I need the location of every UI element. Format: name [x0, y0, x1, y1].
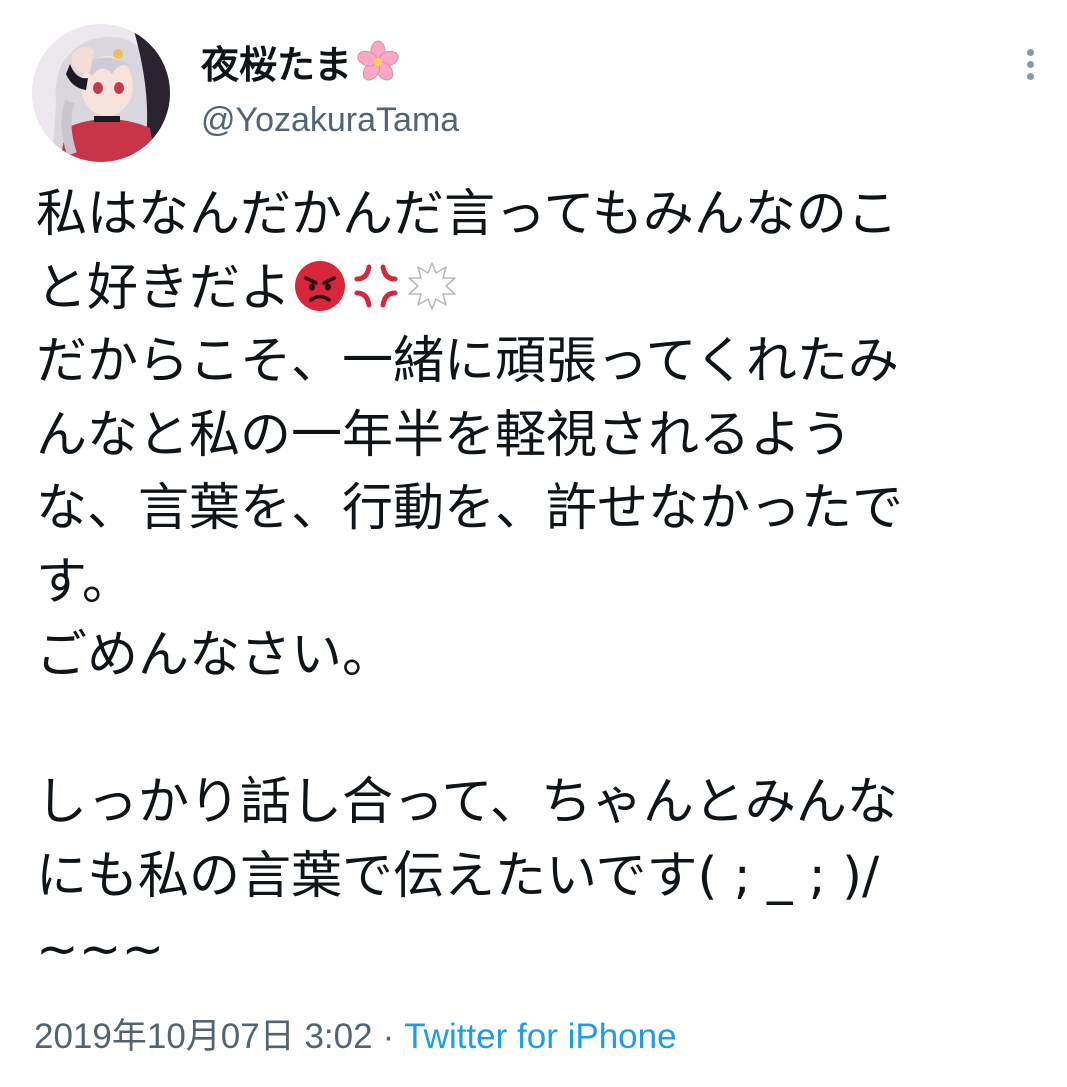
tweet-line: す。 [36, 552, 133, 612]
pouting-face-emoji [295, 260, 346, 311]
tweet-line: んなと私の一年半を軽視されるよう [36, 405, 853, 465]
more-dot [1026, 48, 1034, 56]
avatar[interactable] [32, 24, 170, 162]
author-display-name[interactable]: 夜桜たま [201, 40, 400, 87]
tweet-timestamp[interactable]: 2019年10月07日 3:02 [34, 1017, 373, 1056]
tweet-line: ~~~ [36, 920, 165, 979]
meta-separator: · [382, 1017, 395, 1056]
more-dot [1026, 72, 1034, 80]
more-options-button[interactable] [1012, 40, 1048, 88]
tweet-line: だからこそ、一緒に頑張ってくれたみ [36, 332, 899, 391]
tweet-card: 夜桜たま @YozakuraTama 私はなんだかんだ言ってもみんなのこ と好き… [0, 0, 1067, 1087]
tweet-line: と好きだよ [36, 252, 1026, 326]
display-name-text: 夜桜たま [201, 43, 352, 87]
tweet-line: な、言葉を、行動を、許せなかったで [36, 479, 904, 538]
tweet-line: にも私の言葉で伝えたいです( ; _ ; )/ [36, 846, 880, 906]
tweet-source-link[interactable]: Twitter for iPhone [404, 1017, 676, 1056]
tweet-line-text: と好きだよ [36, 258, 292, 318]
tweet-meta: 2019年10月07日 3:02 · Twitter for iPhone [34, 1015, 677, 1059]
tweet-line: 私はなんだかんだ言ってもみんなのこ [36, 185, 898, 244]
cherry-blossom-emoji [357, 40, 399, 81]
avatar-image [32, 24, 170, 162]
tweet-line: ごめんなさい。 [36, 626, 394, 685]
right-anger-bubble-emoji [408, 261, 456, 310]
tweet-line: しっかり話し合って、ちゃんとみんな [36, 773, 898, 832]
tweet-text: 私はなんだかんだ言ってもみんなのこ と好きだよ だからこそ、一緒に頑張ってくれた… [36, 178, 1026, 987]
anger-symbol-emoji [354, 264, 398, 307]
more-dot [1026, 60, 1034, 68]
author-handle[interactable]: @YozakuraTama [201, 99, 459, 141]
